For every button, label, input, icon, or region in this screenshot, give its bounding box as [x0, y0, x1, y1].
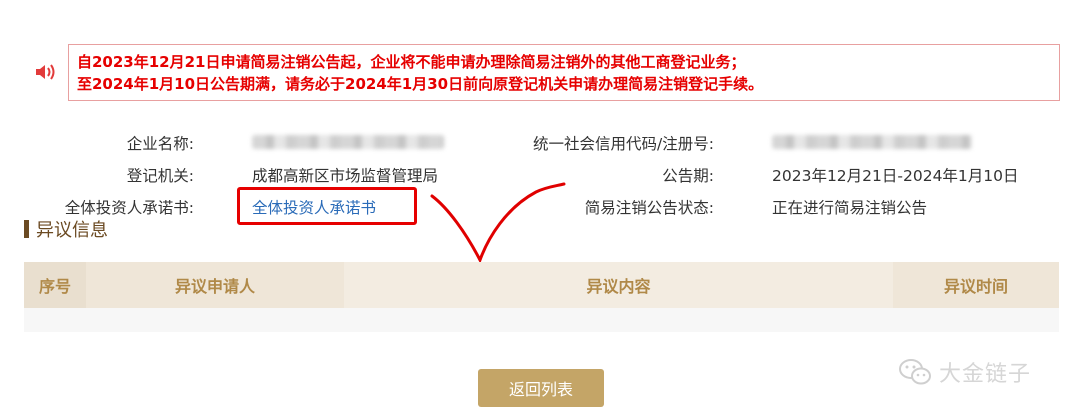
- registration-authority-label: 登记机关:: [126, 167, 194, 185]
- objection-table: 序号 异议申请人 异议内容 异议时间: [24, 262, 1059, 332]
- highlight-annotation-box: [237, 187, 417, 225]
- speaker-icon: [36, 64, 55, 80]
- announcement-period-value: 2023年12月21日-2024年1月10日: [772, 167, 1019, 185]
- notice-line-2: 至2024年1月10日公告期满，请务必于2024年1月30日前向原登记机关申请办…: [77, 75, 764, 93]
- column-header-applicant: 异议申请人: [86, 262, 344, 308]
- watermark-text: 大金链子: [939, 362, 1032, 387]
- table-header: 序号 异议申请人 异议内容 异议时间: [24, 262, 1059, 308]
- wechat-icon: [899, 359, 931, 385]
- section-marker: [24, 220, 29, 238]
- company-name-value-redacted: [252, 135, 444, 149]
- company-name-label: 企业名称:: [126, 135, 194, 153]
- credit-code-value-redacted: [772, 135, 972, 149]
- credit-code-label: 统一社会信用代码/注册号:: [533, 135, 714, 153]
- status-value: 正在进行简易注销公告: [772, 199, 928, 217]
- check-mark-annotation: [430, 182, 566, 264]
- announcement-period-label: 公告期:: [662, 167, 714, 185]
- notice-banner: 自2023年12月21日申请简易注销公告起，企业将不能申请办理除简易注销外的其他…: [30, 44, 1060, 101]
- notice-box: 自2023年12月21日申请简易注销公告起，企业将不能申请办理除简易注销外的其他…: [68, 44, 1060, 101]
- column-header-index: 序号: [24, 262, 86, 308]
- back-to-list-button[interactable]: 返回列表: [478, 369, 604, 407]
- column-header-content: 异议内容: [344, 262, 893, 308]
- column-header-time: 异议时间: [893, 262, 1059, 308]
- objection-section-title: 异议信息: [24, 218, 108, 241]
- commitment-label: 全体投资人承诺书:: [64, 199, 194, 217]
- registration-authority-value: 成都高新区市场监督管理局: [252, 167, 439, 185]
- table-empty-row: [24, 308, 1059, 332]
- objection-title-text: 异议信息: [36, 220, 108, 241]
- watermark: 大金链子: [897, 356, 1031, 388]
- notice-line-1: 自2023年12月21日申请简易注销公告起，企业将不能申请办理除简易注销外的其他…: [77, 53, 746, 71]
